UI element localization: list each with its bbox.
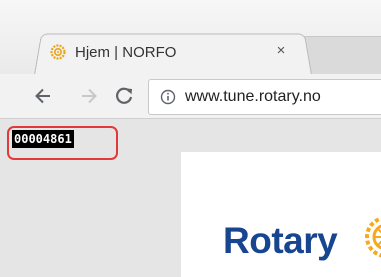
reload-button[interactable] — [112, 84, 136, 108]
info-icon[interactable] — [159, 88, 177, 106]
rotary-wheel-icon — [50, 44, 66, 60]
id-label: 00004861 — [12, 130, 74, 148]
tab-strip: Hjem | NORFO × — [0, 0, 381, 75]
tab-inactive[interactable] — [300, 36, 381, 75]
arrow-right-icon — [82, 88, 97, 104]
page-content: Rotary — [181, 152, 381, 277]
rotary-logo-text[interactable]: Rotary — [223, 220, 338, 262]
browser-window: Hjem | NORFO × www.tune.rotary.no Rotary… — [0, 0, 381, 277]
reload-icon — [116, 87, 133, 104]
url-text[interactable]: www.tune.rotary.no — [185, 88, 321, 106]
tab-close-button[interactable]: × — [272, 41, 290, 59]
back-button[interactable] — [31, 84, 55, 108]
page-viewport: Rotary 00004861 — [0, 119, 381, 277]
tab-active[interactable]: Hjem | NORFO — [50, 36, 300, 68]
forward-button[interactable] — [77, 84, 101, 108]
address-bar[interactable]: www.tune.rotary.no — [148, 79, 381, 115]
browser-toolbar: www.tune.rotary.no — [0, 74, 381, 119]
tab-title: Hjem | NORFO — [75, 43, 177, 61]
rotary-wheel-logo-icon[interactable] — [364, 215, 381, 259]
arrow-left-icon — [35, 88, 50, 104]
